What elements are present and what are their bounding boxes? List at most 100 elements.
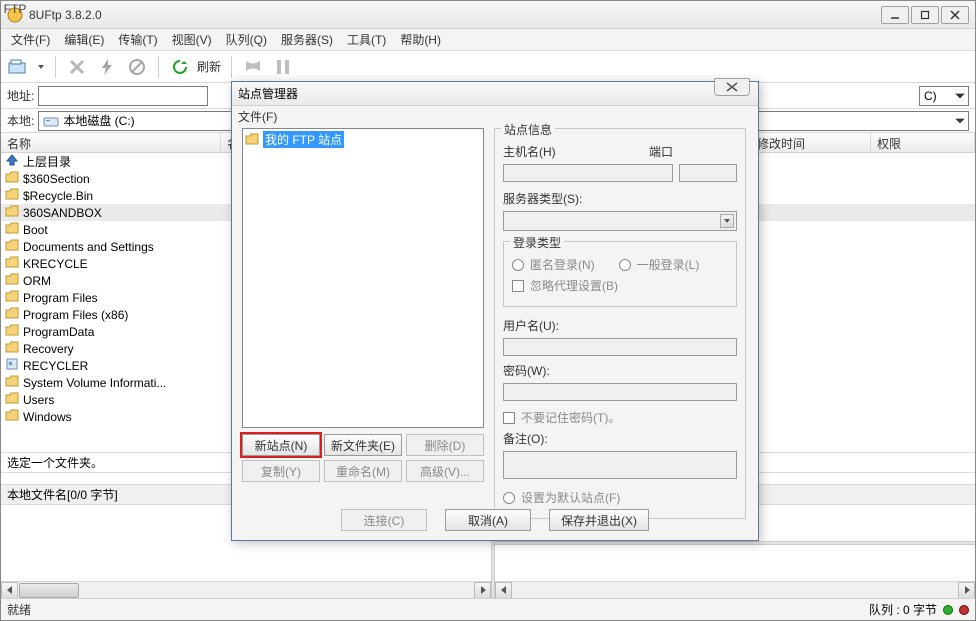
quick-connect-icon[interactable] — [96, 56, 118, 78]
scroll-left-icon[interactable] — [495, 582, 512, 599]
anon-label: 匿名登录(N) — [530, 256, 595, 273]
user-label: 用户名(U): — [503, 317, 559, 334]
file-label: Windows — [23, 410, 72, 424]
port-select[interactable]: C) — [919, 86, 969, 106]
left-hscroll-wrap — [1, 581, 491, 598]
file-label: 360SANDBOX — [23, 206, 102, 220]
menu-transfer[interactable]: 传输(T) — [112, 29, 163, 50]
local-label: 本地: — [7, 112, 34, 129]
menu-server[interactable]: 服务器(S) — [275, 29, 339, 50]
site-info-legend: 站点信息 — [501, 121, 555, 138]
folder-icon — [5, 392, 19, 407]
new-site-button[interactable]: 新站点(N) — [242, 434, 320, 456]
statusbar: 就绪 队列 : 0 字节 — [1, 598, 975, 620]
file-label: ProgramData — [23, 325, 94, 339]
app-icon: FTP — [7, 7, 23, 23]
dialog-menu-file[interactable]: 文件(F) — [238, 108, 283, 126]
dialog-left-buttons: 新站点(N) 新文件夹(E) 删除(D) 复制(Y) 重命名(M) 高级(V).… — [236, 434, 490, 482]
chevron-down-icon — [720, 214, 734, 228]
dropdown-icon[interactable] — [37, 58, 45, 76]
drive-icon — [43, 114, 59, 128]
folder-icon — [5, 188, 19, 203]
scroll-right-icon[interactable] — [958, 582, 975, 599]
default-site-radio — [503, 492, 515, 504]
dialog-right-pane: 站点信息 主机名(H) 端口 服务器类型(S): 登录类型 匿名登录(N) — [490, 126, 754, 502]
pause-icon[interactable] — [272, 56, 294, 78]
up-arrow-icon — [5, 154, 19, 169]
ignore-proxy-label: 忽略代理设置(B) — [530, 277, 618, 294]
horizontal-splitter[interactable] — [495, 541, 975, 545]
notes-label: 备注(O): — [503, 430, 548, 447]
address-input[interactable] — [38, 86, 208, 106]
menu-edit[interactable]: 编辑(E) — [58, 29, 110, 50]
chevron-down-icon — [954, 90, 966, 102]
separator — [231, 56, 232, 78]
cancel-icon[interactable] — [66, 56, 88, 78]
pass-input[interactable] — [503, 383, 737, 401]
titlebar: FTP 8UFtp 3.8.2.0 — [1, 1, 975, 29]
cancel-button[interactable]: 取消(A) — [445, 509, 531, 531]
minimize-button[interactable] — [881, 6, 909, 24]
separator — [55, 56, 56, 78]
scroll-left-icon[interactable] — [1, 582, 18, 599]
dialog-left-pane: 我的 FTP 站点 新站点(N) 新文件夹(E) 删除(D) 复制(Y) 重命名… — [236, 126, 490, 502]
file-label: KRECYCLE — [23, 257, 88, 271]
remember-not-checkbox — [503, 412, 515, 424]
file-label: Documents and Settings — [23, 240, 154, 254]
led-red-icon — [959, 605, 969, 615]
disconnect-icon[interactable] — [126, 56, 148, 78]
tree-root-item[interactable]: 我的 FTP 站点 — [245, 131, 481, 147]
dialog-titlebar[interactable]: 站点管理器 — [232, 82, 758, 106]
host-input[interactable] — [503, 164, 673, 182]
toolbar: 刷新 — [1, 51, 975, 83]
col-perm[interactable]: 权限 — [871, 133, 975, 152]
status-ready: 就绪 — [7, 601, 31, 618]
folder-icon — [5, 324, 19, 339]
folder-icon — [5, 222, 19, 237]
menu-queue[interactable]: 队列(Q) — [220, 29, 273, 50]
refresh-icon[interactable] — [169, 56, 191, 78]
maximize-button[interactable] — [911, 6, 939, 24]
hscrollbar-right[interactable] — [495, 581, 975, 598]
notes-textarea[interactable] — [503, 451, 737, 479]
port-input[interactable] — [679, 164, 737, 182]
recycle-icon — [5, 358, 19, 373]
scroll-thumb[interactable] — [19, 583, 79, 598]
new-folder-button[interactable]: 新文件夹(E) — [324, 434, 402, 456]
rename-button: 重命名(M) — [324, 460, 402, 482]
site-manager-dialog: 站点管理器 文件(F) 我的 FTP 站点 新站点(N) 新文件夹(E) 删除(… — [231, 81, 759, 541]
menu-view[interactable]: 视图(V) — [166, 29, 218, 50]
file-label: System Volume Informati... — [23, 376, 166, 390]
folder-icon — [5, 375, 19, 390]
col-mtime[interactable]: 修改时间 — [751, 133, 871, 152]
dialog-close-button[interactable] — [714, 78, 750, 96]
normal-label: 一般登录(L) — [637, 256, 700, 273]
file-label: $Recycle.Bin — [23, 189, 93, 203]
menu-file[interactable]: 文件(F) — [5, 29, 56, 50]
server-type-select[interactable] — [503, 211, 737, 231]
svg-text:FTP: FTP — [4, 2, 27, 16]
folder-icon — [245, 133, 259, 145]
hscrollbar-left[interactable] — [1, 581, 491, 598]
host-label: 主机名(H) — [503, 143, 643, 160]
col-name[interactable]: 名称 — [1, 133, 221, 152]
refresh-label[interactable]: 刷新 — [197, 58, 221, 75]
site-tree[interactable]: 我的 FTP 站点 — [242, 128, 484, 428]
stop-icon[interactable] — [242, 56, 264, 78]
ignore-proxy-checkbox — [512, 280, 524, 292]
file-label: Program Files — [23, 291, 98, 305]
menu-tools[interactable]: 工具(T) — [341, 29, 392, 50]
dialog-bottom-buttons: 连接(C) 取消(A) 保存并退出(X) — [232, 506, 758, 534]
queue-status: 队列 : 0 字节 — [869, 601, 937, 618]
folder-icon — [5, 409, 19, 424]
login-type-group: 登录类型 匿名登录(N) 一般登录(L) 忽略代理设置(B) — [503, 241, 737, 307]
save-exit-button[interactable]: 保存并退出(X) — [549, 509, 649, 531]
advanced-button: 高级(V)... — [406, 460, 484, 482]
menu-help[interactable]: 帮助(H) — [394, 29, 447, 50]
close-button[interactable] — [941, 6, 969, 24]
folder-icon — [5, 256, 19, 271]
user-input[interactable] — [503, 338, 737, 356]
site-manager-icon[interactable] — [7, 56, 29, 78]
scroll-right-icon[interactable] — [474, 582, 491, 599]
folder-icon — [5, 239, 19, 254]
